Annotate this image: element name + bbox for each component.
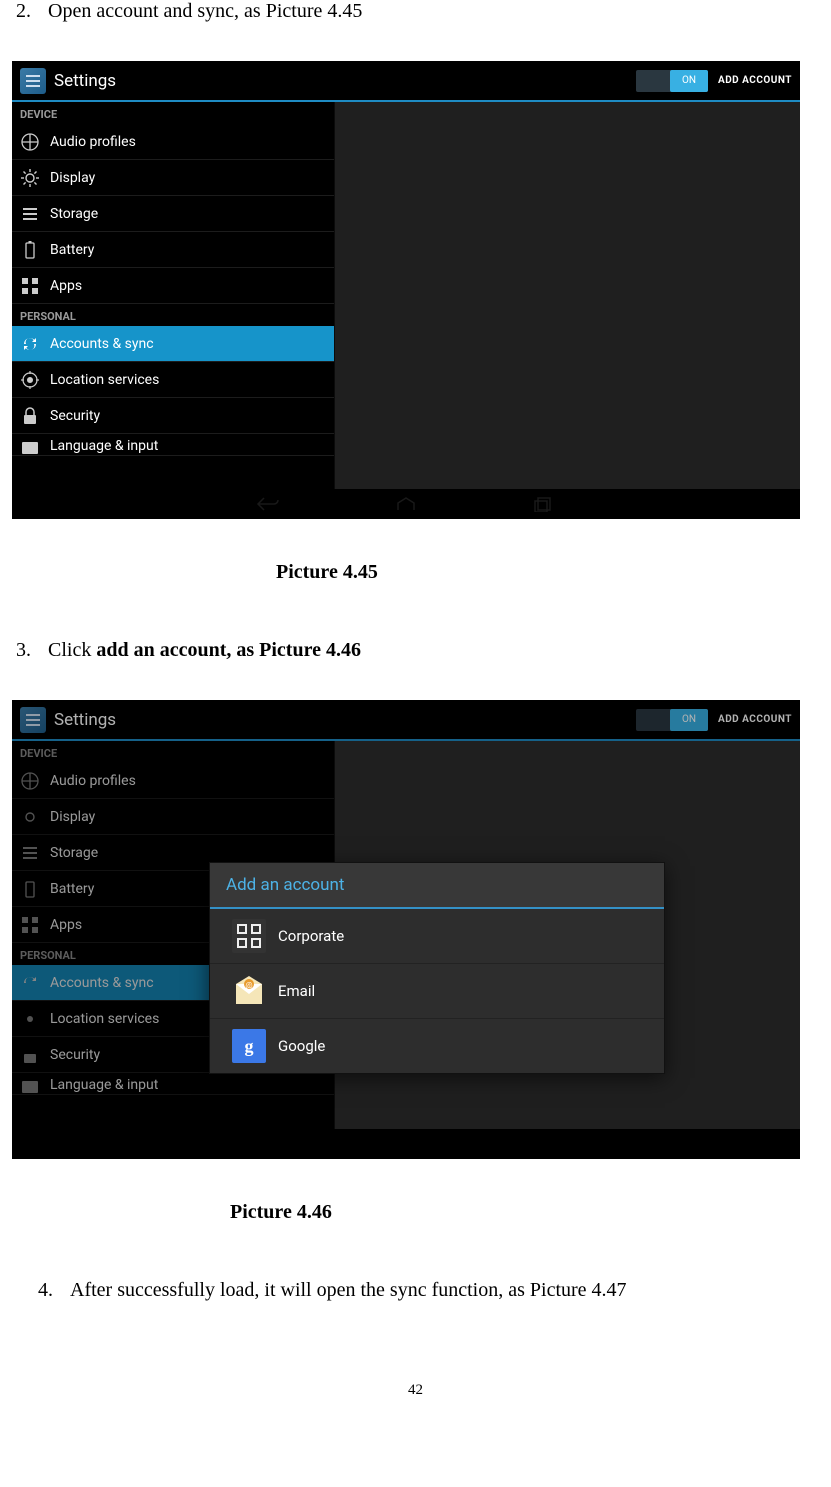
sidebar-item-audio[interactable]: Audio profiles bbox=[12, 124, 334, 160]
settings-icon bbox=[20, 68, 46, 94]
step-2: 2. Open account and sync, as Picture 4.4… bbox=[16, 0, 821, 23]
section-device: DEVICE bbox=[12, 741, 334, 763]
settings-header: Settings ON ADD ACCOUNT bbox=[12, 700, 800, 741]
sidebar-item-battery[interactable]: Battery bbox=[12, 232, 334, 268]
sidebar-label: Accounts & sync bbox=[50, 336, 154, 352]
sidebar-label: Apps bbox=[50, 278, 82, 294]
step-text: Click add an account, as Picture 4.46 bbox=[48, 639, 361, 662]
battery-icon bbox=[20, 879, 40, 899]
step-text: After successfully load, it will open th… bbox=[70, 1279, 627, 1302]
sidebar-item-location[interactable]: Location services bbox=[12, 362, 334, 398]
home-icon[interactable] bbox=[392, 496, 420, 512]
language-icon bbox=[20, 438, 40, 456]
sidebar-label: Storage bbox=[50, 206, 98, 222]
sidebar-label: Security bbox=[50, 1047, 100, 1063]
google-icon: g bbox=[232, 1029, 266, 1063]
dialog-item-label: Corporate bbox=[278, 927, 344, 945]
sidebar-label: Storage bbox=[50, 845, 98, 861]
toggle-handle: ON bbox=[670, 70, 708, 92]
recents-icon[interactable] bbox=[530, 496, 558, 512]
sidebar-label: Language & input bbox=[50, 1077, 158, 1093]
display-icon bbox=[20, 807, 40, 827]
dialog-item-email[interactable]: @ Email bbox=[210, 964, 664, 1019]
header-title: Settings bbox=[54, 710, 636, 730]
language-icon bbox=[20, 1077, 40, 1095]
sidebar-item-language[interactable]: Language & input bbox=[12, 434, 334, 456]
content-pane bbox=[334, 102, 800, 489]
sidebar-item-audio[interactable]: Audio profiles bbox=[12, 763, 334, 799]
caption-1: Picture 4.45 bbox=[276, 561, 821, 584]
svg-text:@: @ bbox=[245, 981, 252, 990]
add-account-dialog: Add an account Corporate @ Email g Googl… bbox=[209, 862, 665, 1074]
sidebar-label: Accounts & sync bbox=[50, 975, 154, 991]
page-number: 42 bbox=[10, 1382, 821, 1399]
corporate-icon bbox=[232, 919, 266, 953]
lock-icon bbox=[20, 1045, 40, 1065]
sidebar-label: Security bbox=[50, 408, 100, 424]
svg-text:g: g bbox=[245, 1036, 254, 1056]
sync-toggle[interactable]: ON bbox=[636, 70, 708, 92]
apps-icon bbox=[20, 915, 40, 935]
sidebar-label: Audio profiles bbox=[50, 134, 136, 150]
step-number: 2. bbox=[16, 0, 34, 23]
battery-icon bbox=[20, 240, 40, 260]
sidebar-item-accounts[interactable]: Accounts & sync bbox=[12, 326, 334, 362]
sidebar-label: Apps bbox=[50, 917, 82, 933]
sidebar-label: Display bbox=[50, 809, 95, 825]
dialog-item-google[interactable]: g Google bbox=[210, 1019, 664, 1073]
sync-toggle[interactable]: ON bbox=[636, 709, 708, 731]
sync-icon bbox=[20, 973, 40, 993]
dialog-title: Add an account bbox=[210, 863, 664, 909]
sidebar-item-display[interactable]: Display bbox=[12, 799, 334, 835]
step-number: 3. bbox=[16, 639, 34, 662]
apps-icon bbox=[20, 276, 40, 296]
audio-icon bbox=[20, 132, 40, 152]
step-text: Open account and sync, as Picture 4.45 bbox=[48, 0, 362, 23]
dialog-item-label: Email bbox=[278, 982, 315, 1000]
audio-icon bbox=[20, 771, 40, 791]
toggle-handle: ON bbox=[670, 709, 708, 731]
step-4: 4. After successfully load, it will open… bbox=[38, 1279, 821, 1302]
dialog-item-corporate[interactable]: Corporate bbox=[210, 909, 664, 964]
display-icon bbox=[20, 168, 40, 188]
settings-header: Settings ON ADD ACCOUNT bbox=[12, 61, 800, 102]
caption-2: Picture 4.46 bbox=[230, 1201, 821, 1224]
storage-icon bbox=[20, 204, 40, 224]
sidebar-label: Display bbox=[50, 170, 95, 186]
step-3: 3. Click add an account, as Picture 4.46 bbox=[16, 639, 821, 662]
add-account-button[interactable]: ADD ACCOUNT bbox=[718, 75, 792, 86]
sidebar-item-apps[interactable]: Apps bbox=[12, 268, 334, 304]
nav-bar bbox=[12, 489, 800, 519]
back-icon[interactable] bbox=[254, 496, 282, 512]
sidebar-item-language[interactable]: Language & input bbox=[12, 1073, 334, 1095]
email-icon: @ bbox=[232, 974, 266, 1008]
sidebar-label: Language & input bbox=[50, 438, 158, 454]
settings-icon bbox=[20, 707, 46, 733]
sidebar-label: Battery bbox=[50, 881, 94, 897]
sidebar-label: Audio profiles bbox=[50, 773, 136, 789]
section-personal: PERSONAL bbox=[12, 304, 334, 326]
sidebar-item-display[interactable]: Display bbox=[12, 160, 334, 196]
sidebar-item-security[interactable]: Security bbox=[12, 398, 334, 434]
screenshot-add-account: Settings ON ADD ACCOUNT DEVICE Audio pro… bbox=[12, 700, 800, 1159]
screenshot-settings: Settings ON ADD ACCOUNT DEVICE Audio pro… bbox=[12, 61, 800, 519]
storage-icon bbox=[20, 843, 40, 863]
sidebar-label: Location services bbox=[50, 1011, 159, 1027]
sidebar-label: Location services bbox=[50, 372, 159, 388]
settings-body: DEVICE Audio profiles Display Storage bbox=[12, 102, 800, 489]
dialog-item-label: Google bbox=[278, 1037, 325, 1055]
step-number: 4. bbox=[38, 1279, 56, 1302]
lock-icon bbox=[20, 406, 40, 426]
nav-bar bbox=[12, 1129, 800, 1159]
sync-icon bbox=[20, 334, 40, 354]
settings-sidebar: DEVICE Audio profiles Display Storage bbox=[12, 102, 334, 489]
sidebar-item-storage[interactable]: Storage bbox=[12, 196, 334, 232]
location-icon bbox=[20, 370, 40, 390]
header-title: Settings bbox=[54, 71, 636, 91]
sidebar-label: Battery bbox=[50, 242, 94, 258]
add-account-button[interactable]: ADD ACCOUNT bbox=[718, 714, 792, 725]
section-device: DEVICE bbox=[12, 102, 334, 124]
location-icon bbox=[20, 1009, 40, 1029]
